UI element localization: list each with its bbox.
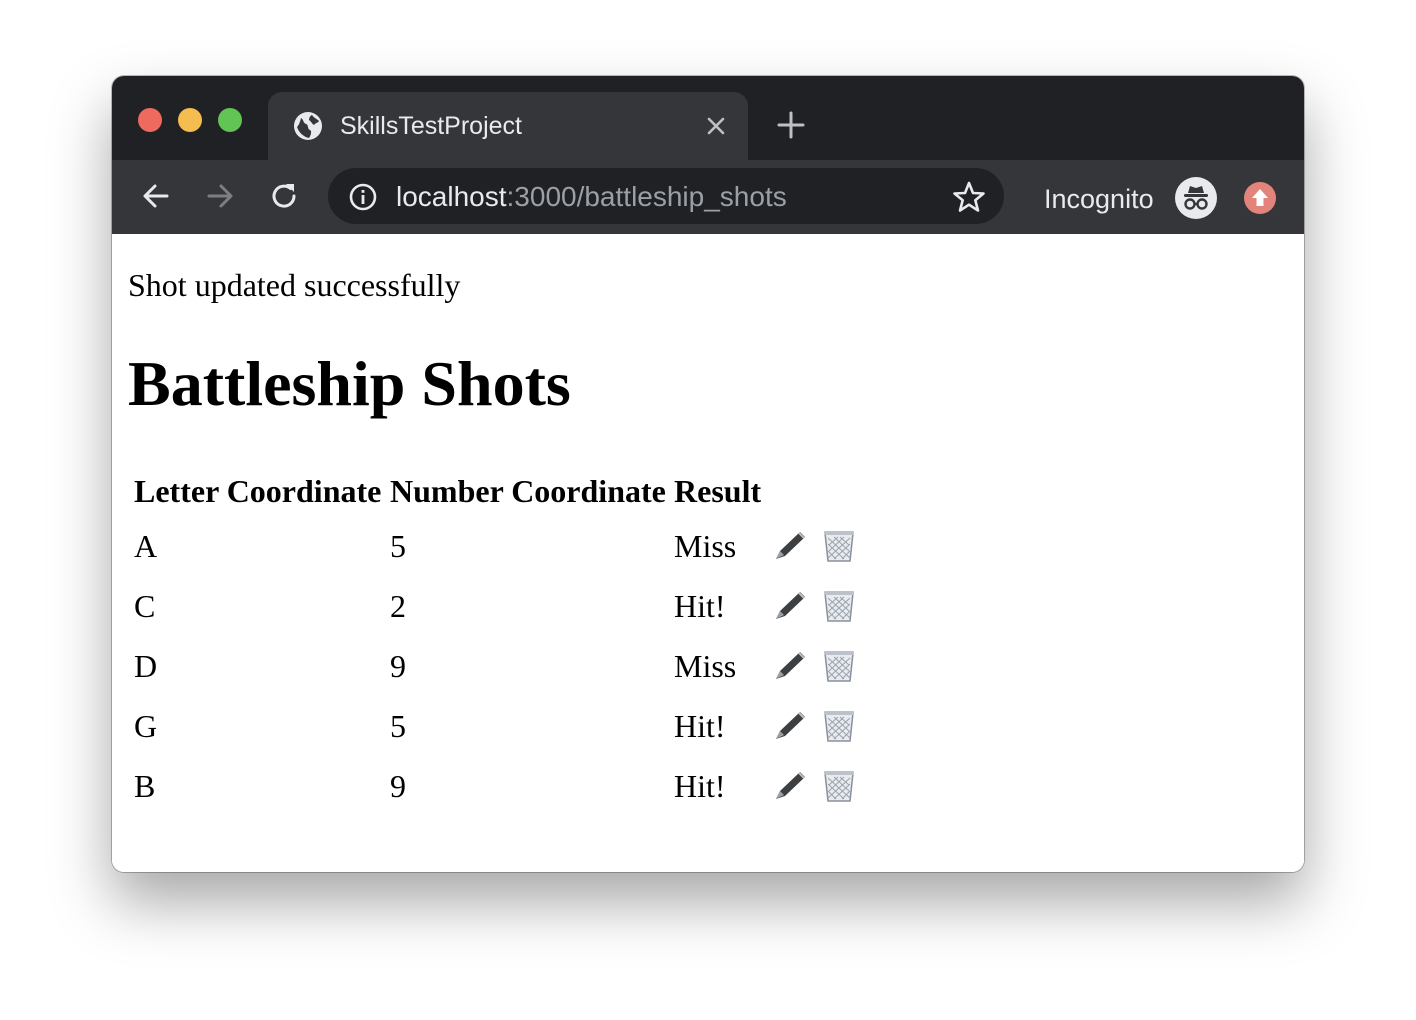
letter-cell: G <box>134 708 158 744</box>
table-body: A 5 Miss C 2 Hit! D 9 Miss G 5 Hit! B 9 … <box>134 518 866 814</box>
update-arrow-icon[interactable] <box>1244 182 1276 214</box>
globe-icon <box>294 112 322 140</box>
actions-cell <box>770 698 866 754</box>
column-header-letter: Letter Coordinate <box>134 473 382 509</box>
edit-link[interactable] <box>770 768 812 804</box>
actions-cell <box>770 578 866 634</box>
maximize-window-button[interactable] <box>218 108 242 132</box>
close-window-button[interactable] <box>138 108 162 132</box>
number-cell: 9 <box>390 648 406 684</box>
letter-cell: D <box>134 648 158 684</box>
new-tab-icon[interactable] <box>776 110 806 140</box>
close-tab-icon[interactable] <box>704 114 728 138</box>
tab-active[interactable]: SkillsTestProject <box>268 92 748 160</box>
tab-title: SkillsTestProject <box>340 112 522 140</box>
page-content: Shot updated successfully Battleship Sho… <box>112 234 1304 872</box>
delete-trash-icon <box>824 771 854 802</box>
column-header-actions <box>770 468 866 514</box>
forward-arrow-icon[interactable] <box>204 180 236 212</box>
delete-link[interactable] <box>818 528 860 564</box>
edit-link[interactable] <box>770 648 812 684</box>
table-row: D 9 Miss <box>134 638 866 694</box>
delete-link[interactable] <box>818 768 860 804</box>
url-host: localhost <box>396 181 507 212</box>
letter-cell: A <box>134 528 158 564</box>
actions-cell <box>770 638 866 694</box>
incognito-icon[interactable] <box>1175 177 1217 219</box>
incognito-label: Incognito <box>1044 184 1154 214</box>
url-text[interactable]: localhost:3000/battleship_shots <box>396 181 787 213</box>
shots-table: Letter Coordinate Number Coordinate Resu… <box>128 464 872 818</box>
delete-trash-icon <box>824 711 854 742</box>
table-row: A 5 Miss <box>134 518 866 574</box>
edit-link[interactable] <box>770 708 812 744</box>
letter-cell: B <box>134 768 156 804</box>
table-row: C 2 Hit! <box>134 578 866 634</box>
delete-trash-icon <box>824 531 854 562</box>
table-header-row: Letter Coordinate Number Coordinate Resu… <box>134 468 866 514</box>
actions-cell <box>770 758 866 814</box>
number-cell: 2 <box>390 588 406 624</box>
delete-link[interactable] <box>818 708 860 744</box>
table-row: B 9 Hit! <box>134 758 866 814</box>
browser-toolbar: localhost:3000/battleship_shots Incognit… <box>112 160 1304 234</box>
edit-link[interactable] <box>770 528 812 564</box>
edit-link[interactable] <box>770 588 812 624</box>
delete-link[interactable] <box>818 648 860 684</box>
delete-link[interactable] <box>818 588 860 624</box>
edit-pen-icon <box>776 532 805 559</box>
delete-trash-icon <box>824 591 854 622</box>
edit-pen-icon <box>776 772 805 799</box>
column-header-result: Result <box>674 473 762 509</box>
flash-notice: Shot updated successfully <box>128 267 461 303</box>
result-cell: Hit! <box>674 588 726 624</box>
letter-cell: C <box>134 588 156 624</box>
edit-pen-icon <box>776 652 805 679</box>
bookmark-star-icon[interactable] <box>952 180 986 214</box>
actions-cell <box>770 518 866 574</box>
back-arrow-icon[interactable] <box>140 180 172 212</box>
number-cell: 9 <box>390 768 406 804</box>
result-cell: Miss <box>674 648 737 684</box>
result-cell: Hit! <box>674 768 726 804</box>
tab-strip: SkillsTestProject <box>112 76 1304 160</box>
minimize-window-button[interactable] <box>178 108 202 132</box>
page-title: Battleship Shots <box>128 348 571 419</box>
edit-pen-icon <box>776 712 805 739</box>
edit-pen-icon <box>776 592 805 619</box>
number-cell: 5 <box>390 528 406 564</box>
info-icon[interactable] <box>348 182 378 212</box>
result-cell: Hit! <box>674 708 726 744</box>
delete-trash-icon <box>824 651 854 682</box>
table-row: G 5 Hit! <box>134 698 866 754</box>
address-bar[interactable]: localhost:3000/battleship_shots <box>328 168 1004 224</box>
url-path: :3000/battleship_shots <box>506 181 787 212</box>
number-cell: 5 <box>390 708 406 744</box>
reload-icon[interactable] <box>268 180 300 212</box>
result-cell: Miss <box>674 528 737 564</box>
browser-window: SkillsTestProject localhost:3000/battles… <box>112 76 1304 872</box>
column-header-number: Number Coordinate <box>390 473 666 509</box>
